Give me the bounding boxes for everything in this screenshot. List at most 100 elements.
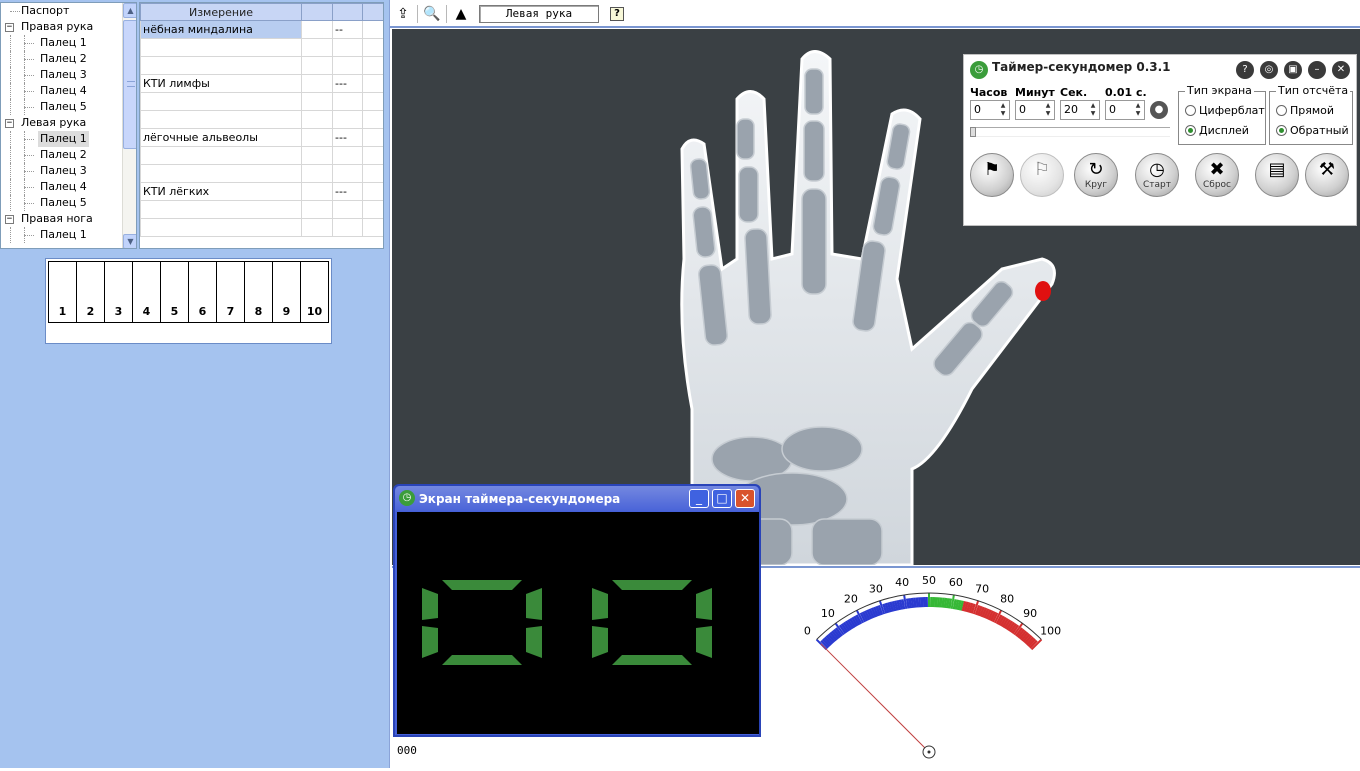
table-cell[interactable] bbox=[302, 183, 333, 201]
scroll-up-icon[interactable]: ▲ bbox=[123, 3, 137, 18]
table-cell[interactable] bbox=[302, 93, 333, 111]
table-cell[interactable] bbox=[302, 219, 333, 237]
tree-node[interactable]: −Правая рука bbox=[1, 19, 121, 35]
view-select[interactable]: Левая рука bbox=[479, 5, 599, 23]
table-cell[interactable] bbox=[333, 93, 363, 111]
tree-node[interactable]: Палец 1 bbox=[1, 35, 121, 51]
table-row[interactable] bbox=[141, 57, 385, 75]
tree-node[interactable]: Палец 4 bbox=[1, 179, 121, 195]
table-cell[interactable] bbox=[302, 111, 333, 129]
table-cell[interactable] bbox=[302, 147, 333, 165]
tree-node[interactable]: Паспорт bbox=[1, 3, 121, 19]
minutes-stepper[interactable]: 0▲▼ bbox=[1015, 100, 1055, 120]
notes-button[interactable]: ▤ bbox=[1255, 153, 1299, 197]
table-cell[interactable] bbox=[141, 93, 302, 111]
tree-node[interactable]: Палец 1 bbox=[1, 131, 121, 147]
table-cell[interactable]: лёгочные альвеолы bbox=[141, 129, 302, 147]
centis-stepper[interactable]: 0▲▼ bbox=[1105, 100, 1145, 120]
table-row[interactable]: нёбная миндалина -- bbox=[141, 21, 385, 39]
table-cell[interactable] bbox=[141, 165, 302, 183]
table-row[interactable]: лёгочные альвеолы --- bbox=[141, 129, 385, 147]
tree-node[interactable]: −Правая нога bbox=[1, 211, 121, 227]
table-cell[interactable] bbox=[333, 165, 363, 183]
export-icon[interactable]: ⇪ bbox=[394, 5, 412, 23]
table-cell[interactable] bbox=[141, 219, 302, 237]
tree-node[interactable]: Палец 2 bbox=[1, 147, 121, 163]
seconds-stepper[interactable]: 20▲▼ bbox=[1060, 100, 1100, 120]
collapse-icon[interactable]: − bbox=[5, 215, 14, 224]
column-header[interactable] bbox=[302, 4, 333, 21]
table-cell[interactable] bbox=[333, 39, 363, 57]
tree-node[interactable]: Палец 5 bbox=[1, 195, 121, 211]
zoom-icon[interactable]: 🔍 bbox=[423, 5, 441, 23]
tree-node[interactable]: Палец 1 bbox=[1, 227, 121, 243]
table-cell[interactable] bbox=[141, 147, 302, 165]
table-row[interactable] bbox=[141, 219, 385, 237]
tree-node[interactable]: −Левая рука bbox=[1, 115, 121, 131]
table-row[interactable] bbox=[141, 39, 385, 57]
column-header-measurement[interactable]: Измерение bbox=[141, 4, 302, 21]
table-row[interactable] bbox=[141, 201, 385, 219]
maximize-icon[interactable]: □ bbox=[712, 489, 732, 508]
scale-cell[interactable]: 6 bbox=[189, 262, 217, 322]
minimize-icon[interactable]: _ bbox=[689, 489, 709, 508]
table-row[interactable] bbox=[141, 147, 385, 165]
body-part-tree[interactable]: Паспорт−Правая рукаПалец 1Палец 2Палец 3… bbox=[0, 2, 137, 249]
scale-cell[interactable]: 5 bbox=[161, 262, 189, 322]
table-cell[interactable] bbox=[333, 219, 363, 237]
scale-cell[interactable]: 8 bbox=[245, 262, 273, 322]
scale-cell[interactable]: 2 bbox=[77, 262, 105, 322]
table-row[interactable] bbox=[141, 165, 385, 183]
reset-button[interactable]: ✖Сброс bbox=[1195, 153, 1239, 197]
screen-display-radio[interactable]: Дисплей bbox=[1185, 124, 1249, 137]
table-cell[interactable] bbox=[302, 57, 333, 75]
restore-icon[interactable]: ▣ bbox=[1284, 61, 1302, 79]
tree-scrollbar[interactable]: ▲ ▼ bbox=[122, 3, 137, 249]
table-cell[interactable] bbox=[302, 75, 333, 93]
table-cell[interactable] bbox=[333, 57, 363, 75]
tree-node[interactable]: Палец 2 bbox=[1, 51, 121, 67]
table-cell[interactable] bbox=[302, 129, 333, 147]
flag-button[interactable]: ⚑ bbox=[970, 153, 1014, 197]
screen-dial-radio[interactable]: Циферблат bbox=[1185, 104, 1265, 117]
table-cell[interactable]: --- bbox=[333, 129, 363, 147]
start-button[interactable]: ◷Старт bbox=[1135, 153, 1179, 197]
table-row[interactable] bbox=[141, 93, 385, 111]
table-cell[interactable]: --- bbox=[333, 183, 363, 201]
scroll-down-icon[interactable]: ▼ bbox=[123, 234, 137, 249]
tree-node[interactable]: Палец 3 bbox=[1, 163, 121, 179]
scale-cell[interactable]: 10 bbox=[301, 262, 328, 322]
scale-cell[interactable]: 4 bbox=[133, 262, 161, 322]
table-cell[interactable]: -- bbox=[333, 21, 363, 39]
timer-window[interactable]: ◷ Таймер-секундомер 0.3.1 ? ◎ ▣ – ✕ Часо… bbox=[963, 54, 1357, 226]
settings-button[interactable]: ⚒ bbox=[1305, 153, 1349, 197]
close-icon[interactable]: ✕ bbox=[735, 489, 755, 508]
display-window[interactable]: ◷ Экран таймера-секундомера _ □ ✕ bbox=[393, 484, 761, 737]
table-row[interactable]: КТИ лёгких --- bbox=[141, 183, 385, 201]
help-icon[interactable]: ? bbox=[610, 7, 624, 21]
collapse-icon[interactable]: − bbox=[5, 119, 14, 128]
table-row[interactable] bbox=[141, 111, 385, 129]
table-cell[interactable] bbox=[302, 21, 333, 39]
table-cell[interactable] bbox=[333, 201, 363, 219]
table-cell[interactable] bbox=[302, 39, 333, 57]
tree-node[interactable]: Палец 3 bbox=[1, 67, 121, 83]
alarm-icon[interactable]: ● bbox=[1150, 101, 1168, 119]
table-cell[interactable]: КТИ лёгких bbox=[141, 183, 302, 201]
table-cell[interactable] bbox=[141, 57, 302, 75]
table-cell[interactable] bbox=[141, 111, 302, 129]
display-window-titlebar[interactable]: ◷ Экран таймера-секундомера _ □ ✕ bbox=[395, 486, 759, 511]
collapse-icon[interactable]: − bbox=[5, 23, 14, 32]
close-icon[interactable]: ✕ bbox=[1332, 61, 1350, 79]
measurements-grid[interactable]: Измерение нёбная миндалина--КТИ лимфы---… bbox=[139, 2, 384, 249]
table-cell[interactable] bbox=[333, 111, 363, 129]
hours-stepper[interactable]: 0▲▼ bbox=[970, 100, 1010, 120]
scroll-thumb[interactable] bbox=[123, 20, 137, 149]
column-header[interactable] bbox=[333, 4, 363, 21]
table-cell[interactable]: нёбная миндалина bbox=[141, 21, 302, 39]
table-cell[interactable] bbox=[302, 165, 333, 183]
scale-cell[interactable]: 7 bbox=[217, 262, 245, 322]
table-cell[interactable]: --- bbox=[333, 75, 363, 93]
scale-cell[interactable]: 3 bbox=[105, 262, 133, 322]
scale-cell[interactable]: 9 bbox=[273, 262, 301, 322]
